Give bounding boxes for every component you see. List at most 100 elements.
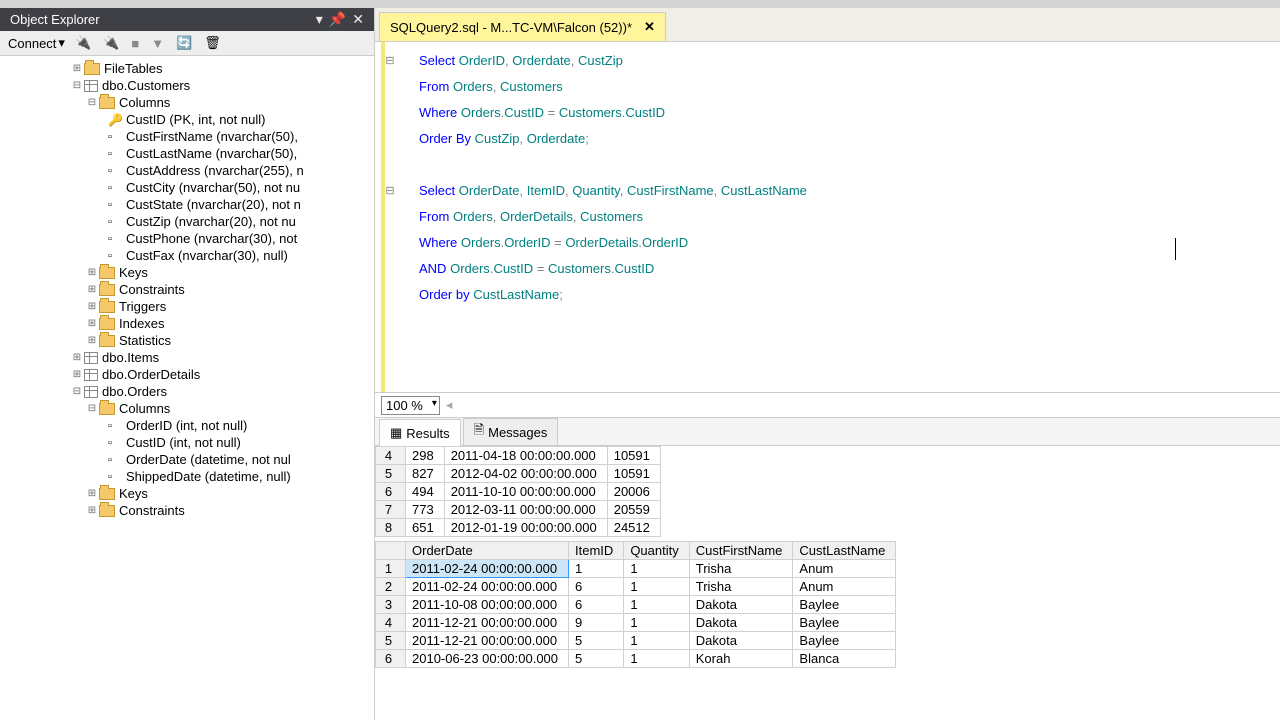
tree-node-columns[interactable]: ⊟Columns — [0, 94, 374, 111]
grid-header[interactable]: Quantity — [624, 542, 689, 560]
tab-close-icon[interactable]: ✕ — [644, 19, 655, 35]
grid-header[interactable]: OrderDate — [406, 542, 569, 560]
tree-node-orderdetails[interactable]: ⊞dbo.OrderDetails — [0, 366, 374, 383]
zoom-dropdown[interactable]: 100 % — [381, 396, 440, 415]
grid-cell[interactable]: 10591 — [607, 465, 660, 483]
grid-cell[interactable]: 494 — [406, 483, 445, 501]
grid-cell[interactable]: Dakota — [689, 632, 793, 650]
grid-cell[interactable]: 7 — [376, 501, 406, 519]
grid-cell[interactable]: 4 — [376, 614, 406, 632]
tree-column[interactable]: ▫CustFirstName (nvarchar(50), — [0, 128, 374, 145]
close-icon[interactable]: ✕ — [352, 11, 364, 28]
grid-cell[interactable]: 1 — [624, 560, 689, 578]
tree-column[interactable]: ▫CustAddress (nvarchar(255), n — [0, 162, 374, 179]
grid-cell[interactable]: 6 — [569, 596, 624, 614]
grid-cell[interactable]: 6 — [569, 578, 624, 596]
tab-sqlquery[interactable]: SQLQuery2.sql - M...TC-VM\Falcon (52))* … — [379, 12, 666, 41]
tab-results[interactable]: ▦Results — [379, 419, 461, 446]
grid-cell[interactable]: 20559 — [607, 501, 660, 519]
grid-cell[interactable]: Anum — [793, 560, 896, 578]
grid-cell[interactable]: 2012-03-11 00:00:00.000 — [444, 501, 607, 519]
grid-cell[interactable]: Anum — [793, 578, 896, 596]
tree-node-orders-keys[interactable]: ⊞Keys — [0, 485, 374, 502]
tree-node-customers[interactable]: ⊟dbo.Customers — [0, 77, 374, 94]
grid-cell[interactable]: 1 — [569, 560, 624, 578]
tree-node-constraints[interactable]: ⊞Constraints — [0, 281, 374, 298]
tree-node-indexes[interactable]: ⊞Indexes — [0, 315, 374, 332]
tree-node-filetables[interactable]: ⊞FileTables — [0, 60, 374, 77]
collapse-icon[interactable]: ⊟ — [383, 178, 397, 204]
tab-messages[interactable]: 🗎Messages — [463, 418, 559, 445]
object-tree[interactable]: ⊞FileTables ⊟dbo.Customers ⊟Columns 🔑Cus… — [0, 56, 374, 720]
tree-node-triggers[interactable]: ⊞Triggers — [0, 298, 374, 315]
pin-icon[interactable]: 📌 — [329, 11, 346, 28]
grid-cell[interactable]: 6 — [376, 650, 406, 668]
grid-cell[interactable]: Korah — [689, 650, 793, 668]
grid-cell[interactable]: 1 — [624, 632, 689, 650]
grid-cell[interactable]: 1 — [624, 614, 689, 632]
grid-cell[interactable]: Blanca — [793, 650, 896, 668]
tree-column[interactable]: ▫CustPhone (nvarchar(30), not — [0, 230, 374, 247]
results-grid-2[interactable]: OrderDateItemIDQuantityCustFirstNameCust… — [375, 541, 896, 668]
dropdown-icon[interactable]: ▾ — [316, 11, 323, 28]
grid-header[interactable]: CustFirstName — [689, 542, 793, 560]
grid-cell[interactable]: 24512 — [607, 519, 660, 537]
grid-cell[interactable]: Baylee — [793, 596, 896, 614]
sql-editor[interactable]: ⊟ Select OrderID, Orderdate, CustZip Fro… — [381, 42, 1280, 392]
grid-cell[interactable]: 5 — [569, 632, 624, 650]
tree-column[interactable]: ▫ShippedDate (datetime, null) — [0, 468, 374, 485]
tree-node-keys[interactable]: ⊞Keys — [0, 264, 374, 281]
grid-cell[interactable]: 2011-12-21 00:00:00.000 — [406, 614, 569, 632]
grid-cell[interactable]: 5 — [376, 632, 406, 650]
grid-cell[interactable]: Baylee — [793, 614, 896, 632]
filter-icon[interactable]: ▼ — [151, 36, 164, 51]
tree-column[interactable]: ▫CustLastName (nvarchar(50), — [0, 145, 374, 162]
grid-header[interactable]: ItemID — [569, 542, 624, 560]
grid-cell[interactable]: 2010-06-23 00:00:00.000 — [406, 650, 569, 668]
grid-cell[interactable]: 2011-12-21 00:00:00.000 — [406, 632, 569, 650]
grid-cell[interactable]: 5 — [569, 650, 624, 668]
grid-cell[interactable]: 2011-02-24 00:00:00.000 — [406, 578, 569, 596]
grid-cell[interactable]: 298 — [406, 447, 445, 465]
tree-column[interactable]: 🔑CustID (PK, int, not null) — [0, 111, 374, 128]
grid-cell[interactable]: 2011-04-18 00:00:00.000 — [444, 447, 607, 465]
grid-cell[interactable]: 1 — [624, 650, 689, 668]
results-pane[interactable]: 42982011-04-18 00:00:00.0001059158272012… — [375, 446, 1280, 720]
grid-cell[interactable]: 2011-10-10 00:00:00.000 — [444, 483, 607, 501]
grid-cell[interactable]: 20006 — [607, 483, 660, 501]
grid-cell[interactable]: 2 — [376, 578, 406, 596]
grid-cell[interactable]: 5 — [376, 465, 406, 483]
grid-cell[interactable]: Trisha — [689, 560, 793, 578]
grid-cell[interactable]: 9 — [569, 614, 624, 632]
tree-node-orders[interactable]: ⊟dbo.Orders — [0, 383, 374, 400]
grid-cell[interactable]: 10591 — [607, 447, 660, 465]
grid-cell[interactable]: 6 — [376, 483, 406, 501]
grid-cell[interactable]: 1 — [624, 596, 689, 614]
grid-cell[interactable]: 2012-01-19 00:00:00.000 — [444, 519, 607, 537]
grid-cell[interactable]: 4 — [376, 447, 406, 465]
tree-node-items[interactable]: ⊞dbo.Items — [0, 349, 374, 366]
grid-cell[interactable]: 2011-02-24 00:00:00.000 — [406, 560, 569, 578]
grid-cell[interactable]: Dakota — [689, 614, 793, 632]
tree-column[interactable]: ▫OrderID (int, not null) — [0, 417, 374, 434]
grid-cell[interactable]: 2012-04-02 00:00:00.000 — [444, 465, 607, 483]
grid-header[interactable]: CustLastName — [793, 542, 896, 560]
grid-header[interactable] — [376, 542, 406, 560]
tree-column[interactable]: ▫CustFax (nvarchar(30), null) — [0, 247, 374, 264]
scroll-left-icon[interactable]: ◂ — [446, 397, 453, 413]
tree-column[interactable]: ▫CustState (nvarchar(20), not n — [0, 196, 374, 213]
tree-node-orders-constraints[interactable]: ⊞Constraints — [0, 502, 374, 519]
tree-column[interactable]: ▫CustID (int, not null) — [0, 434, 374, 451]
tree-column[interactable]: ▫CustCity (nvarchar(50), not nu — [0, 179, 374, 196]
stop-icon[interactable]: ■ — [131, 36, 139, 51]
grid-cell[interactable]: 773 — [406, 501, 445, 519]
collapse-icon[interactable]: ⊟ — [383, 48, 397, 74]
disconnect-icon[interactable]: 🔌 — [103, 35, 119, 51]
connect-button[interactable]: Connect▾ — [8, 35, 65, 51]
add-connection-icon[interactable]: 🔌 — [75, 35, 91, 51]
grid-cell[interactable]: 3 — [376, 596, 406, 614]
grid-cell[interactable]: 827 — [406, 465, 445, 483]
tree-column[interactable]: ▫CustZip (nvarchar(20), not nu — [0, 213, 374, 230]
tree-node-statistics[interactable]: ⊞Statistics — [0, 332, 374, 349]
results-grid-1[interactable]: 42982011-04-18 00:00:00.0001059158272012… — [375, 446, 661, 537]
